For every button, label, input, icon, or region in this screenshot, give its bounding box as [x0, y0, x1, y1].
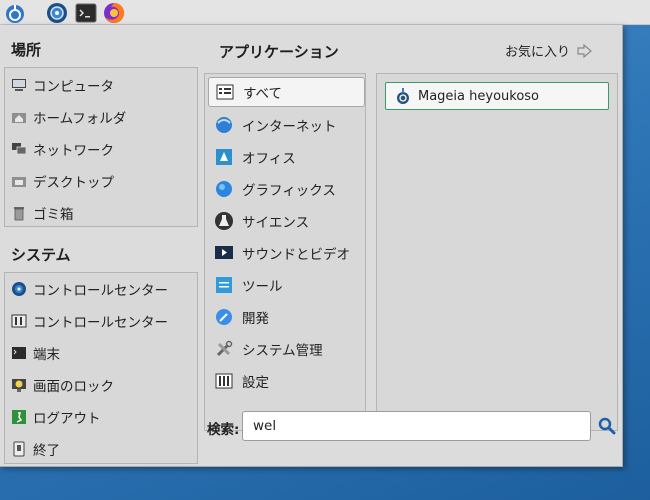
places-item-network[interactable]: ネットワーク — [5, 133, 197, 165]
search-icon[interactable] — [598, 417, 616, 435]
system-admin-icon — [216, 340, 233, 357]
lock-screen-icon — [12, 379, 26, 392]
system-item-control-center[interactable]: コントロールセンター — [5, 273, 197, 305]
control-center-icon[interactable] — [46, 2, 68, 24]
system-item-shutdown[interactable]: 終了 — [5, 433, 197, 465]
chevron-right-icon — [577, 43, 592, 58]
settings-icon — [215, 373, 233, 389]
category-development[interactable]: 開発 — [208, 302, 365, 332]
category-system-admin[interactable]: システム管理 — [208, 334, 365, 364]
computer-icon — [12, 79, 26, 91]
search-label: 検索: — [207, 422, 240, 438]
top-panel — [0, 0, 650, 25]
category-graphics[interactable]: グラフィックス — [208, 174, 365, 204]
system-item-terminal[interactable]: 端末 — [5, 337, 197, 369]
desktop-icon — [12, 177, 26, 187]
graphics-icon — [216, 181, 232, 197]
settings-manager-icon — [11, 314, 27, 328]
places-list: コンピュータ ホームフォルダ ネットワーク デスクトップ ゴミ箱 — [4, 67, 198, 227]
app-item-mageia-welcome[interactable]: Mageia heyoukoso — [385, 82, 609, 110]
system-item-logout[interactable]: ログアウト — [5, 401, 197, 433]
places-item-trash[interactable]: ゴミ箱 — [5, 197, 197, 229]
system-item-lock-screen[interactable]: 画面のロック — [5, 369, 197, 401]
system-list: コントロールセンター コントロールセンター 端末 画面のロック ログアウト 終了 — [4, 272, 198, 464]
places-title: 場所 — [11, 41, 42, 59]
control-center-icon — [12, 282, 26, 296]
system-title: システム — [11, 246, 71, 264]
category-office[interactable]: オフィス — [208, 142, 365, 172]
favorites-button[interactable]: お気に入り — [505, 41, 594, 60]
applications-title: アプリケーション — [219, 43, 339, 61]
tools-icon — [216, 277, 232, 293]
category-all[interactable]: すべて — [208, 77, 365, 107]
logout-icon — [12, 410, 26, 424]
category-multimedia[interactable]: サウンドとビデオ — [208, 238, 365, 268]
favorites-label: お気に入り — [505, 45, 571, 60]
places-item-desktop[interactable]: デスクトップ — [5, 165, 197, 197]
results-list: Mageia heyoukoso — [376, 73, 618, 431]
system-item-control-center-2[interactable]: コントロールセンター — [5, 305, 197, 337]
multimedia-icon — [215, 246, 233, 259]
terminal-icon[interactable] — [75, 2, 97, 24]
firefox-icon[interactable] — [103, 2, 125, 24]
mageia-menu-icon[interactable] — [4, 2, 26, 24]
office-icon — [216, 149, 232, 165]
mageia-icon — [397, 88, 409, 104]
application-menu: 場所 コンピュータ ホームフォルダ ネットワーク デスクトップ ゴミ箱 システム… — [0, 25, 623, 467]
development-icon — [216, 309, 232, 325]
all-apps-icon — [216, 84, 234, 100]
category-internet[interactable]: インターネット — [208, 110, 365, 140]
category-settings[interactable]: 設定 — [208, 366, 365, 396]
internet-icon — [216, 117, 232, 133]
places-item-computer[interactable]: コンピュータ — [5, 69, 197, 101]
science-icon — [215, 212, 233, 230]
category-science[interactable]: サイエンス — [208, 206, 365, 236]
places-item-home[interactable]: ホームフォルダ — [5, 101, 197, 133]
trash-icon — [14, 207, 24, 221]
home-folder-icon — [12, 113, 26, 123]
category-tools[interactable]: ツール — [208, 270, 365, 300]
shutdown-icon — [13, 441, 25, 457]
network-icon — [12, 143, 27, 155]
category-list: すべて インターネット オフィス グラフィックス サイエンス サウンドとビデオ … — [204, 73, 366, 431]
search-input[interactable] — [242, 411, 591, 441]
terminal-icon — [12, 347, 26, 359]
